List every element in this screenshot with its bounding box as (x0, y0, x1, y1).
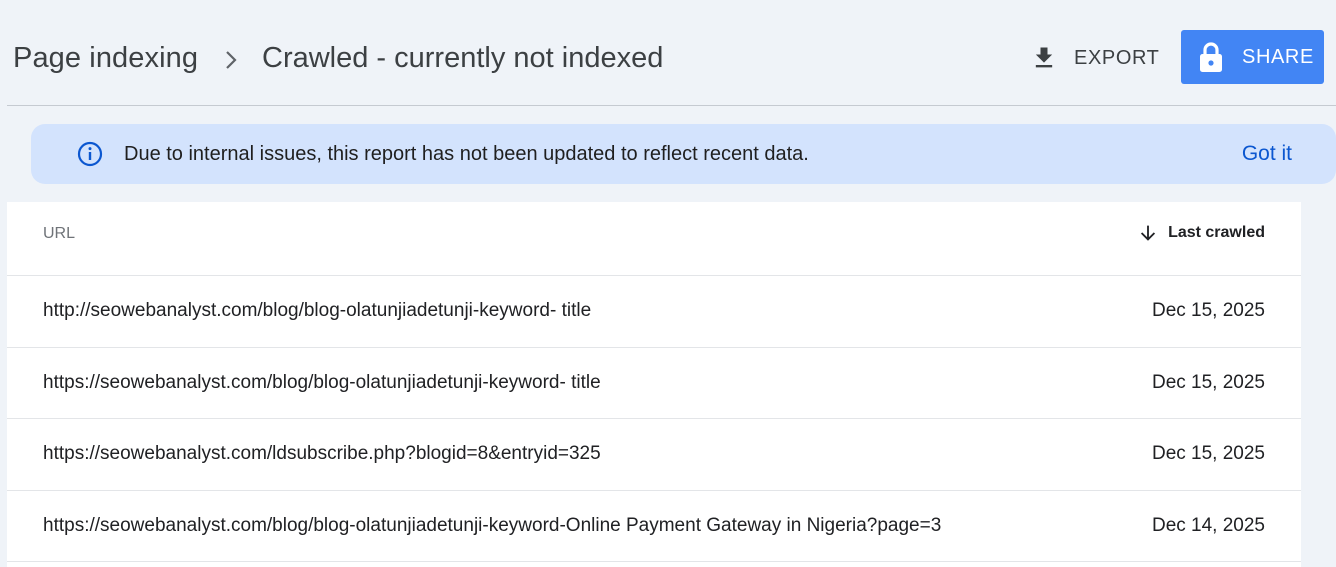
breadcrumb-page-indexing[interactable]: Page indexing (13, 42, 198, 75)
export-button[interactable]: EXPORT (1020, 34, 1170, 82)
page-title: Crawled - currently not indexed (262, 42, 664, 74)
header-divider (7, 105, 1336, 106)
notice-banner: Due to internal issues, this report has … (31, 124, 1336, 184)
row-url: http://seowebanalyst.com/blog/blog-olatu… (43, 300, 592, 321)
column-header-url: URL (43, 225, 76, 242)
export-label: EXPORT (1074, 46, 1160, 69)
row-date: Dec 14, 2025 (1151, 514, 1265, 536)
row-url: https://seowebanalyst.com/ldsubscribe.ph… (43, 443, 601, 464)
got-it-button[interactable]: Got it (1242, 142, 1292, 166)
banner-message: Due to internal issues, this report has … (124, 143, 809, 165)
share-label: SHARE (1242, 45, 1314, 68)
chevron-right-icon (226, 51, 237, 69)
row-date: Dec 15, 2025 (1151, 371, 1265, 393)
table-row[interactable]: https://seowebanalyst.com/blog/blog-olat… (7, 348, 1301, 419)
download-icon (1035, 47, 1053, 68)
lock-icon (1200, 42, 1222, 72)
row-date: Dec 15, 2025 (1151, 300, 1265, 321)
table-row[interactable]: http://seowebanalyst.com/blog/blog-olatu… (7, 276, 1301, 348)
page-header: Page indexing Crawled - currently not in… (0, 0, 1336, 105)
row-url: https://seowebanalyst.com/blog/blog-olat… (43, 514, 942, 536)
table-row[interactable]: https://seowebanalyst.com/blog/blog-olat… (7, 491, 1301, 562)
last-crawled-label: Last crawled (1168, 224, 1265, 241)
column-header-last-crawled[interactable]: Last crawled (1137, 222, 1265, 244)
row-date: Dec 15, 2025 (1151, 443, 1265, 464)
table-header: URL Last crawled (7, 202, 1301, 276)
url-table: URL Last crawled http://seowebanalyst.co… (7, 202, 1301, 567)
info-icon (77, 141, 103, 167)
row-url: https://seowebanalyst.com/blog/blog-olat… (43, 371, 601, 393)
table-row[interactable]: https://seowebanalyst.com/ldsubscribe.ph… (7, 419, 1301, 491)
share-button[interactable]: SHARE (1181, 30, 1324, 84)
arrow-down-icon (1140, 225, 1156, 241)
